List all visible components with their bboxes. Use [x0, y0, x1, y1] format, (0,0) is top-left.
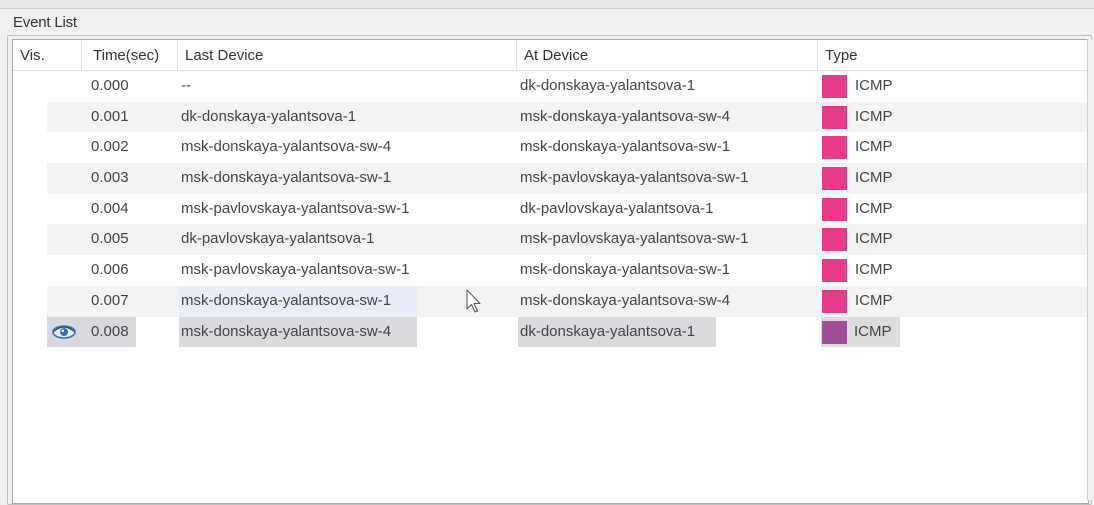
type-color-swatch: [822, 197, 847, 221]
table-row[interactable]: 0.005 dk-pavlovskaya-yalantsova-1 msk-pa…: [13, 224, 1088, 256]
table-row[interactable]: 0.003 msk-donskaya-yalantsova-sw-1 msk-p…: [13, 163, 1088, 194]
table-row[interactable]: 0.004 msk-pavlovskaya-yalantsova-sw-1 dk…: [13, 194, 1088, 225]
type-cell: ICMP: [822, 224, 1092, 255]
scrollbar-edge[interactable]: [1087, 39, 1094, 500]
type-cell: ICMP: [822, 163, 1092, 194]
table-body: 0.000 -- dk-donskaya-yalantsova-1 ICMP 0…: [13, 71, 1088, 348]
type-cell: ICMP: [822, 71, 1092, 102]
at-device-cell: dk-donskaya-yalantsova-1: [518, 316, 716, 348]
type-label: ICMP: [855, 138, 893, 156]
vis-cell[interactable]: [47, 316, 90, 348]
type-label: ICMP: [855, 169, 893, 187]
eye-icon[interactable]: [51, 324, 77, 340]
table-row[interactable]: 0.001 dk-donskaya-yalantsova-1 msk-donsk…: [13, 101, 1088, 133]
mouse-cursor-icon: [466, 289, 481, 313]
time-cell: 0.008: [90, 316, 136, 348]
table-header: Vis. Time(sec) Last Device At Device Typ…: [13, 40, 1088, 71]
at-device-cell: msk-pavlovskaya-yalantsova-sw-1: [520, 169, 749, 187]
type-label: ICMP: [855, 261, 893, 279]
last-device-cell: msk-pavlovskaya-yalantsova-sw-1: [181, 199, 410, 217]
time-cell: 0.005: [91, 230, 129, 248]
last-device-cell: msk-pavlovskaya-yalantsova-sw-1: [181, 261, 410, 279]
table-row[interactable]: 0.002 msk-donskaya-yalantsova-sw-4 msk-d…: [13, 132, 1088, 163]
at-device-cell: dk-pavlovskaya-yalantsova-1: [520, 199, 714, 217]
time-cell: 0.006: [91, 261, 129, 279]
event-list-table[interactable]: Vis. Time(sec) Last Device At Device Typ…: [12, 39, 1089, 504]
table-row[interactable]: 0.000 -- dk-donskaya-yalantsova-1 ICMP: [13, 71, 1088, 102]
type-label: ICMP: [854, 322, 892, 340]
type-cell: ICMP: [821, 316, 900, 348]
table-row[interactable]: 0.007 msk-donskaya-yalantsova-sw-1 msk-d…: [13, 285, 1088, 317]
type-color-swatch: [822, 105, 847, 129]
top-toolbar-strip: [0, 0, 1094, 9]
type-color-swatch: [822, 136, 847, 160]
table-row[interactable]: 0.006 msk-pavlovskaya-yalantsova-sw-1 ms…: [13, 255, 1088, 286]
column-header-at-device[interactable]: At Device: [517, 40, 818, 71]
last-device-cell: dk-donskaya-yalantsova-1: [181, 107, 357, 125]
column-header-time[interactable]: Time(sec): [82, 40, 178, 71]
type-label: ICMP: [855, 230, 893, 248]
time-cell: 0.004: [91, 199, 129, 217]
last-device-cell: --: [181, 77, 191, 94]
type-label: ICMP: [855, 291, 893, 309]
type-color-swatch: [822, 167, 847, 191]
table-row-selected[interactable]: 0.008 msk-donskaya-yalantsova-sw-4 dk-do…: [13, 316, 1088, 348]
panel-title: Event List: [13, 14, 77, 31]
type-label: ICMP: [855, 199, 893, 217]
at-device-cell: msk-pavlovskaya-yalantsova-sw-1: [520, 230, 749, 248]
column-header-vis[interactable]: Vis.: [13, 40, 82, 71]
time-cell: 0.007: [91, 291, 129, 309]
type-color-swatch: [822, 320, 847, 344]
at-device-cell: msk-donskaya-yalantsova-sw-1: [520, 261, 731, 279]
time-cell: 0.003: [91, 169, 129, 187]
time-cell: 0.002: [91, 138, 129, 156]
at-device-cell: msk-donskaya-yalantsova-sw-1: [520, 138, 731, 156]
last-device-cell: dk-pavlovskaya-yalantsova-1: [181, 230, 375, 248]
type-cell: ICMP: [822, 286, 1092, 317]
last-device-cell: msk-donskaya-yalantsova-sw-4: [181, 138, 392, 156]
column-header-last-device[interactable]: Last Device: [178, 40, 517, 71]
type-color-swatch: [822, 75, 847, 98]
type-label: ICMP: [855, 77, 893, 94]
type-cell: ICMP: [822, 102, 1092, 133]
time-cell: 0.000: [91, 77, 129, 94]
at-device-cell: msk-donskaya-yalantsova-sw-4: [520, 107, 731, 125]
at-device-cell: msk-donskaya-yalantsova-sw-4: [520, 291, 731, 309]
type-color-swatch: [822, 289, 847, 313]
type-cell: ICMP: [822, 255, 1092, 286]
type-cell: ICMP: [822, 132, 1092, 163]
at-device-cell: dk-donskaya-yalantsova-1: [520, 77, 696, 94]
type-color-swatch: [822, 259, 847, 283]
last-device-cell: msk-donskaya-yalantsova-sw-1: [181, 169, 392, 187]
type-color-swatch: [822, 228, 847, 252]
last-device-cell: msk-donskaya-yalantsova-sw-4: [179, 316, 417, 348]
last-device-cell: msk-donskaya-yalantsova-sw-1: [181, 291, 392, 309]
type-label: ICMP: [855, 107, 893, 125]
column-header-type[interactable]: Type: [818, 40, 1088, 71]
type-cell: ICMP: [822, 194, 1092, 225]
time-cell: 0.001: [91, 107, 129, 125]
